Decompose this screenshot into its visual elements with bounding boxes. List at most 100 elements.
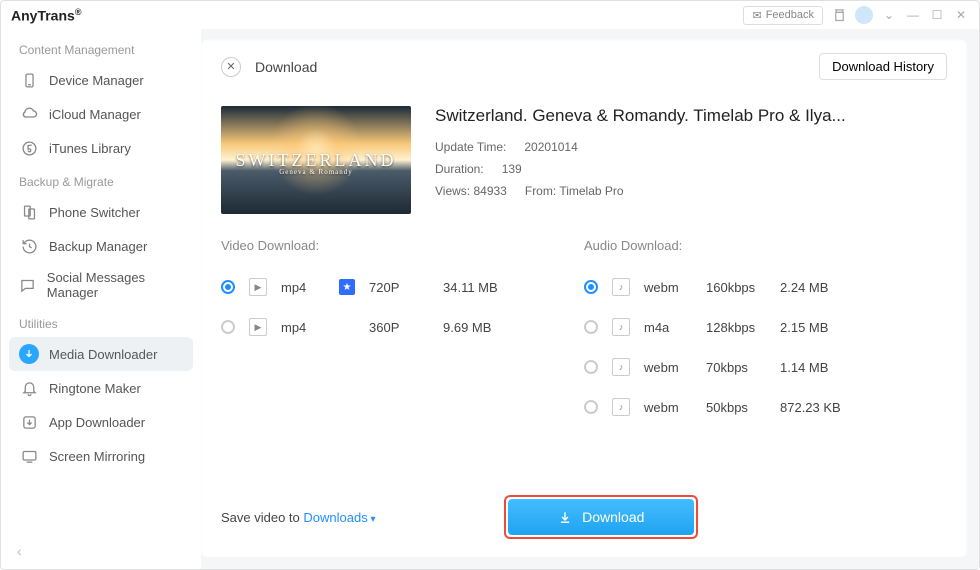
section-backup: Backup & Migrate xyxy=(19,175,193,189)
video-download-column: Video Download: ▶ mp4 ★ 720P 34.11 MB ▶ … xyxy=(221,238,584,427)
size-label: 1.14 MB xyxy=(780,360,850,375)
video-file-icon: ▶ xyxy=(249,318,267,336)
feedback-button[interactable]: ✉ Feedback xyxy=(743,6,823,25)
sidebar-item-media[interactable]: Media Downloader xyxy=(9,337,193,371)
sidebar-item-backup[interactable]: Backup Manager xyxy=(9,229,193,263)
sidebar-item-icloud[interactable]: iCloud Manager xyxy=(9,97,193,131)
cloud-icon xyxy=(19,104,39,124)
update-label: Update Time: xyxy=(435,140,506,154)
radio-icon[interactable] xyxy=(584,400,598,414)
chat-icon xyxy=(19,275,37,295)
section-utilities: Utilities xyxy=(19,317,193,331)
views-label: Views: xyxy=(435,184,470,198)
switch-icon xyxy=(19,202,39,222)
sidebar-item-label: Media Downloader xyxy=(49,347,157,362)
bitrate-label: 50kbps xyxy=(706,400,766,415)
download-history-button[interactable]: Download History xyxy=(819,53,947,80)
audio-file-icon: ♪ xyxy=(612,358,630,376)
views-value: 84933 xyxy=(473,184,506,198)
size-label: 2.24 MB xyxy=(780,280,850,295)
radio-icon[interactable] xyxy=(584,360,598,374)
sidebar-item-label: Device Manager xyxy=(49,73,144,88)
sidebar-item-label: iTunes Library xyxy=(49,141,131,156)
size-label: 2.15 MB xyxy=(780,320,850,335)
sidebar-item-label: iCloud Manager xyxy=(49,107,141,122)
sidebar-item-itunes[interactable]: iTunes Library xyxy=(9,131,193,165)
close-window-icon[interactable]: ✕ xyxy=(953,7,969,23)
sidebar-item-phone[interactable]: Phone Switcher xyxy=(9,195,193,229)
download-arrow-icon xyxy=(558,510,572,524)
sidebar-item-label: Phone Switcher xyxy=(49,205,140,220)
mail-icon: ✉ xyxy=(752,9,761,22)
maximize-icon[interactable]: ☐ xyxy=(929,7,945,23)
video-download-heading: Video Download: xyxy=(221,238,584,253)
audio-option-row[interactable]: ♪ webm 70kbps 1.14 MB xyxy=(584,347,947,387)
collapse-sidebar-icon[interactable]: ‹ xyxy=(17,543,22,559)
download-button-label: Download xyxy=(582,509,644,525)
audio-file-icon: ♪ xyxy=(612,278,630,296)
audio-option-row[interactable]: ♪ webm 50kbps 872.23 KB xyxy=(584,387,947,427)
audio-option-row[interactable]: ♪ webm 160kbps 2.24 MB xyxy=(584,267,947,307)
sidebar-item-mirror[interactable]: Screen Mirroring xyxy=(9,439,193,473)
audio-file-icon: ♪ xyxy=(612,318,630,336)
format-label: mp4 xyxy=(281,280,325,295)
bitrate-label: 160kbps xyxy=(706,280,766,295)
download-card: ✕ Download Download History SWITZERLAND … xyxy=(201,39,967,557)
radio-icon[interactable] xyxy=(221,280,235,294)
audio-option-row[interactable]: ♪ m4a 128kbps 2.15 MB xyxy=(584,307,947,347)
size-label: 9.69 MB xyxy=(443,320,513,335)
section-content: Content Management xyxy=(19,43,193,57)
save-to-label: Save video to Downloads xyxy=(221,510,376,525)
duration-label: Duration: xyxy=(435,162,484,176)
avatar[interactable] xyxy=(855,6,873,24)
audio-file-icon: ♪ xyxy=(612,398,630,416)
format-label: webm xyxy=(644,280,692,295)
radio-icon[interactable] xyxy=(221,320,235,334)
sidebar-item-social[interactable]: Social Messages Manager xyxy=(9,263,193,307)
sidebar-item-label: Ringtone Maker xyxy=(49,381,141,396)
update-value: 20201014 xyxy=(524,140,577,154)
sidebar-item-device[interactable]: Device Manager xyxy=(9,63,193,97)
from-value: Timelab Pro xyxy=(559,184,623,198)
radio-icon[interactable] xyxy=(584,280,598,294)
download-button-highlight: Download xyxy=(504,495,698,539)
quality-label: 360P xyxy=(369,320,429,335)
sidebar-item-appdl[interactable]: App Downloader xyxy=(9,405,193,439)
video-title: Switzerland. Geneva & Romandy. Timelab P… xyxy=(435,106,846,126)
video-file-icon: ▶ xyxy=(249,278,267,296)
chevron-down-icon[interactable]: ⌄ xyxy=(881,7,897,23)
quality-label: 720P xyxy=(369,280,429,295)
device-icon xyxy=(19,70,39,90)
video-option-row[interactable]: ▶ mp4 ★ 720P 34.11 MB xyxy=(221,267,584,307)
music-icon xyxy=(19,138,39,158)
sidebar-item-ringtone[interactable]: Ringtone Maker xyxy=(9,371,193,405)
sidebar-item-label: App Downloader xyxy=(49,415,145,430)
bitrate-label: 70kbps xyxy=(706,360,766,375)
close-icon[interactable]: ✕ xyxy=(221,57,241,77)
app-title: AnyTrans® xyxy=(11,7,81,24)
bell-icon xyxy=(19,378,39,398)
radio-icon[interactable] xyxy=(584,320,598,334)
history-icon xyxy=(19,236,39,256)
star-badge-icon: ★ xyxy=(339,279,355,295)
size-label: 872.23 KB xyxy=(780,400,850,415)
audio-download-heading: Audio Download: xyxy=(584,238,947,253)
format-label: m4a xyxy=(644,320,692,335)
sidebar: Content Management Device Manager iCloud… xyxy=(1,29,201,569)
download-button[interactable]: Download xyxy=(508,499,694,535)
format-label: webm xyxy=(644,400,692,415)
gift-icon[interactable] xyxy=(831,7,847,23)
video-option-row[interactable]: ▶ mp4 360P 9.69 MB xyxy=(221,307,584,347)
minimize-icon[interactable]: — xyxy=(905,7,921,23)
from-label: From: xyxy=(525,184,556,198)
sidebar-item-label: Screen Mirroring xyxy=(49,449,145,464)
sidebar-item-label: Social Messages Manager xyxy=(47,270,183,300)
duration-value: 139 xyxy=(502,162,522,176)
feedback-label: Feedback xyxy=(766,9,814,21)
screen-icon xyxy=(19,446,39,466)
bitrate-label: 128kbps xyxy=(706,320,766,335)
size-label: 34.11 MB xyxy=(443,280,513,295)
save-destination-link[interactable]: Downloads xyxy=(303,510,375,525)
format-label: webm xyxy=(644,360,692,375)
app-icon xyxy=(19,412,39,432)
